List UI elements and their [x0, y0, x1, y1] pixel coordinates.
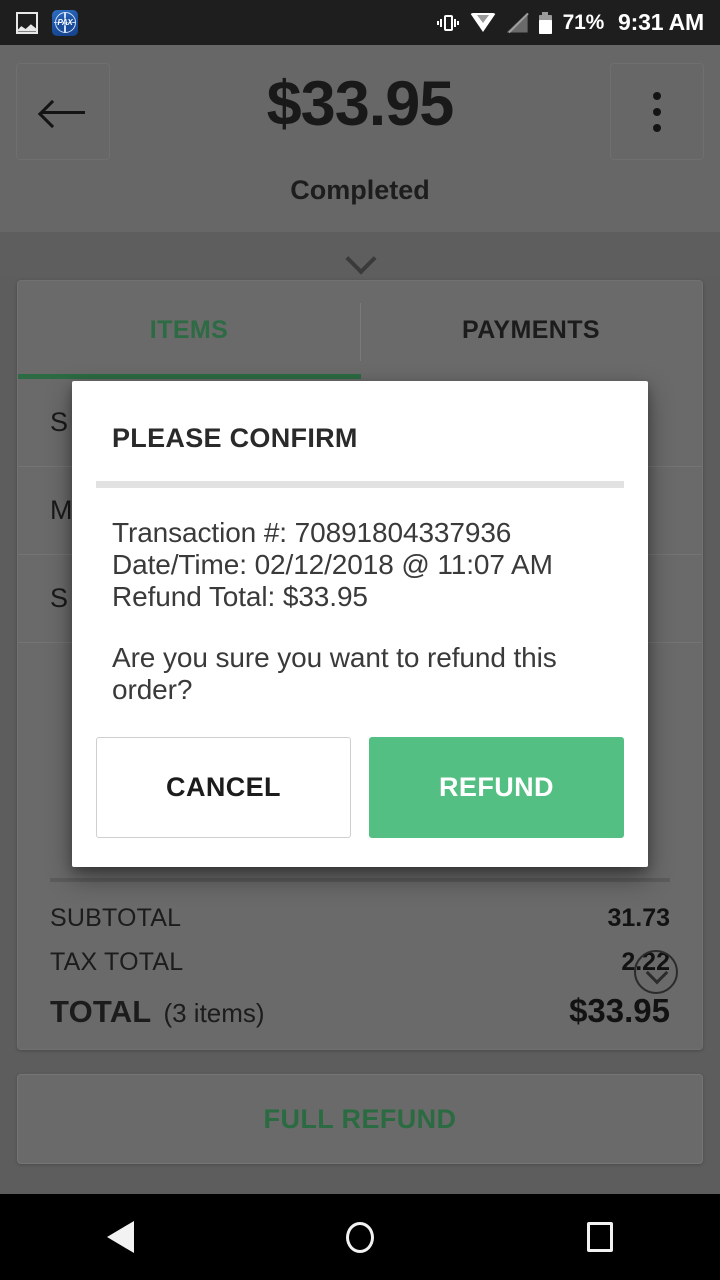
nav-recents-button[interactable] [540, 1194, 660, 1280]
dialog-actions: CANCEL REFUND [72, 705, 648, 867]
total-value: $33.95 [569, 992, 670, 1029]
nav-back-button[interactable] [60, 1194, 180, 1280]
datetime-line: Date/Time: 02/12/2018 @ 11:07 AM [112, 549, 553, 581]
chevron-down-circle-icon [646, 967, 666, 978]
dialog-title-divider [96, 481, 624, 488]
total-label: TOTAL [50, 994, 152, 1029]
wifi-icon [469, 13, 496, 32]
no-cell-signal-icon [506, 12, 529, 33]
chevron-down-icon [347, 248, 373, 262]
total-items-count: (3 items) [163, 998, 265, 1028]
tax-expand-button[interactable] [634, 950, 678, 994]
dialog-title: PLEASE CONFIRM [112, 423, 358, 453]
battery-icon [538, 11, 552, 34]
item-label: M [50, 495, 73, 525]
full-refund-button[interactable]: FULL REFUND [17, 1074, 703, 1164]
header-expand-toggle[interactable] [0, 232, 720, 277]
vibrate-icon [436, 12, 459, 34]
tax-total-row: TAX TOTAL 2.22 [50, 948, 670, 992]
refund-total-line: Refund Total: $33.95 [112, 581, 368, 613]
cancel-button[interactable]: CANCEL [96, 737, 351, 839]
confirm-refund-dialog: PLEASE CONFIRM Transaction #: 7089180433… [72, 381, 648, 868]
pax-app-icon: PAX [52, 9, 78, 36]
dialog-question-text: Are you sure you want to refund this ord… [112, 642, 557, 705]
item-label: S [50, 583, 69, 613]
nav-back-icon [106, 1221, 134, 1253]
tax-total-label: TAX TOTAL [50, 948, 184, 976]
dialog-body: Transaction #: 70891804337936 Date/Time:… [72, 488, 648, 705]
nav-home-icon [346, 1221, 374, 1253]
tab-bar: ITEMS PAYMENTS [18, 281, 702, 379]
item-label: S [50, 407, 69, 437]
clock-label: 9:31 AM [618, 9, 704, 35]
app-header: $33.95 Completed [0, 45, 720, 232]
overflow-menu-button[interactable] [610, 63, 704, 160]
status-bar: PAX 71% 9:31 AM [0, 0, 720, 45]
battery-percent-label: 71% [562, 10, 605, 34]
android-nav-bar [0, 1194, 720, 1280]
pax-logo-label: PAX [57, 18, 73, 27]
transaction-number-line: Transaction #: 70891804337936 [112, 517, 512, 548]
nav-recents-icon [587, 1222, 613, 1252]
subtotal-label: SUBTOTAL [50, 904, 182, 932]
refund-button[interactable]: REFUND [369, 737, 624, 839]
totals-divider [50, 878, 670, 882]
subtotal-value: 31.73 [607, 904, 670, 932]
nav-home-button[interactable] [300, 1194, 420, 1280]
subtotal-row: SUBTOTAL 31.73 [50, 904, 670, 948]
app-screen: PAX 71% 9:31 AM $33.95 Completed ITEMS P… [0, 0, 720, 1280]
status-bar-left-icons: PAX [16, 9, 78, 36]
status-badge: Completed [290, 175, 430, 205]
dots-vertical-icon [653, 91, 661, 132]
status-bar-right-icons: 71% 9:31 AM [436, 9, 704, 36]
totals-block: SUBTOTAL 31.73 TAX TOTAL 2.22 TOTAL (3 i… [18, 878, 702, 1049]
tab-items[interactable]: ITEMS [18, 281, 360, 379]
tab-divider [360, 303, 361, 361]
photo-icon [16, 11, 38, 34]
grand-total-row: TOTAL (3 items) $33.95 [50, 992, 670, 1049]
tab-payments[interactable]: PAYMENTS [360, 281, 702, 379]
